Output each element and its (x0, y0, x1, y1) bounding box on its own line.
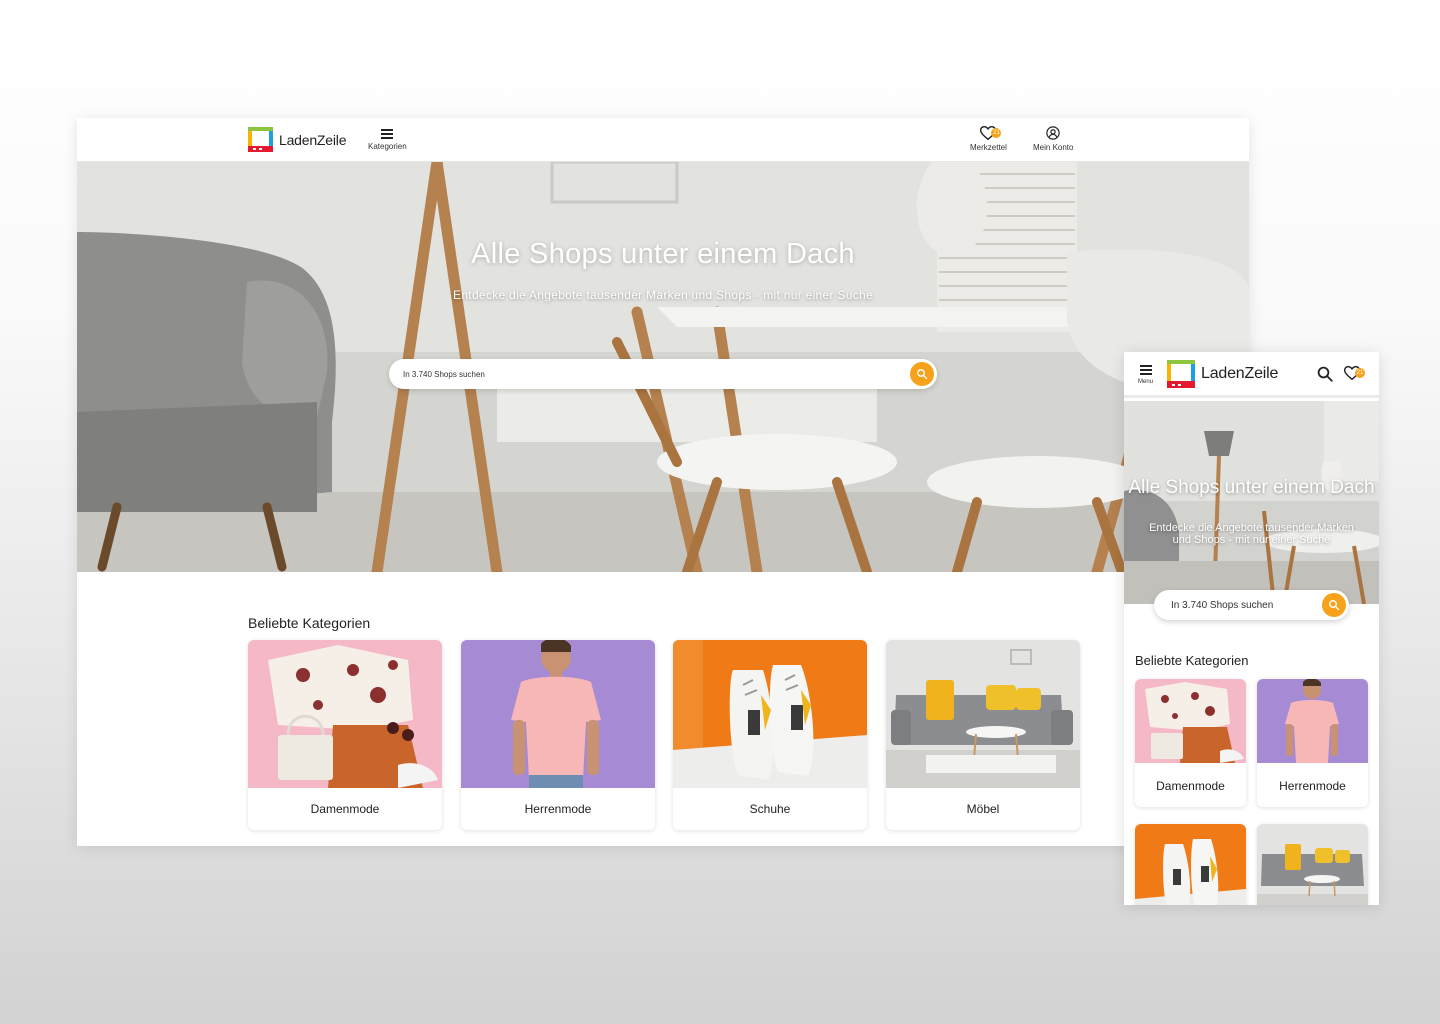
account-button[interactable]: Mein Konto (1033, 126, 1073, 152)
account-icon (1046, 126, 1060, 140)
search-input[interactable] (403, 366, 883, 382)
category-label: Herrenmode (524, 802, 592, 816)
category-card-damenmode[interactable]: Damenmode (1135, 679, 1246, 807)
search-toggle-button[interactable] (1316, 365, 1334, 383)
category-image (248, 640, 442, 788)
category-image (1257, 824, 1368, 905)
category-card-damenmode[interactable]: Damenmode (248, 640, 442, 830)
hero-banner: Alle Shops unter einem Dach Entdecke die… (77, 162, 1249, 572)
category-label: Möbel (966, 802, 1000, 816)
menu-button[interactable]: Menu (1138, 365, 1153, 385)
category-label: Damenmode (310, 802, 380, 816)
search-input[interactable] (1171, 597, 1311, 613)
wishlist-count-badge: 21 (991, 128, 1002, 138)
category-card-moebel[interactable] (1257, 824, 1368, 905)
wishlist-label: Merkzettel (970, 143, 1007, 152)
search-icon (1317, 366, 1333, 382)
hero-subtitle: Entdecke die Angebote tausender Marken u… (1149, 522, 1354, 546)
mobile-header: Menu LadenZeile 21 (1124, 352, 1379, 398)
wishlist-button[interactable]: 21 Merkzettel (970, 125, 1007, 152)
category-label: Damenmode (1156, 779, 1225, 793)
wishlist-button[interactable]: 21 (1343, 365, 1365, 381)
brand-name: LadenZeile (279, 131, 347, 148)
menu-label: Menu (1138, 379, 1154, 385)
menu-icon (1139, 365, 1152, 375)
desktop-header: LadenZeile Kategorien 21 Merkzettel Mein… (77, 118, 1249, 162)
category-card-herrenmode[interactable]: Herrenmode (1257, 679, 1368, 807)
heart-icon: 21 (980, 125, 1002, 141)
categories-heading: Beliebte Kategorien (1135, 653, 1249, 668)
categories-label: Kategorien (368, 142, 407, 151)
logo-mark-icon (1167, 360, 1195, 388)
brand-logo[interactable]: LadenZeile (248, 127, 346, 152)
logo-mark-icon (248, 127, 273, 152)
mobile-mockup: Menu LadenZeile 21 Alle Shops unter eine… (1124, 352, 1379, 905)
category-card-herrenmode[interactable]: Herrenmode (461, 640, 655, 830)
category-card-moebel[interactable]: Möbel (886, 640, 1080, 830)
category-image (1135, 679, 1246, 763)
search-button[interactable] (1322, 593, 1346, 617)
search-icon (917, 369, 928, 380)
search-icon (1329, 600, 1340, 611)
search-bar (1154, 590, 1349, 620)
categories-heading: Beliebte Kategorien (248, 615, 371, 631)
menu-icon (381, 129, 394, 139)
category-image (461, 640, 655, 788)
category-image (673, 640, 867, 788)
heart-icon: 21 (1343, 365, 1365, 381)
hero-subtitle: Entdecke die Angebote tausender Marken u… (453, 288, 873, 302)
categories-button[interactable]: Kategorien (368, 129, 407, 151)
category-label: Herrenmode (1279, 779, 1346, 793)
category-label: Schuhe (749, 802, 791, 816)
brand-name: LadenZeile (1201, 365, 1279, 382)
category-image (1257, 679, 1368, 763)
search-button[interactable] (910, 362, 934, 386)
account-label: Mein Konto (1033, 143, 1074, 152)
category-card-schuhe[interactable] (1135, 824, 1246, 905)
category-card-schuhe[interactable]: Schuhe (673, 640, 867, 830)
desktop-mockup: LadenZeile Kategorien 21 Merkzettel Mein… (77, 118, 1249, 846)
hero-banner: Alle Shops unter einem Dach Entdecke die… (1124, 401, 1379, 604)
search-bar (389, 359, 937, 389)
hero-background-image (1124, 401, 1379, 604)
brand-logo[interactable]: LadenZeile (1167, 360, 1278, 388)
wishlist-count-badge: 21 (1355, 368, 1365, 378)
hero-title: Alle Shops unter einem Dach (471, 238, 855, 270)
hero-title: Alle Shops unter einem Dach (1128, 477, 1375, 498)
category-image (1135, 824, 1246, 905)
category-image (886, 640, 1080, 788)
